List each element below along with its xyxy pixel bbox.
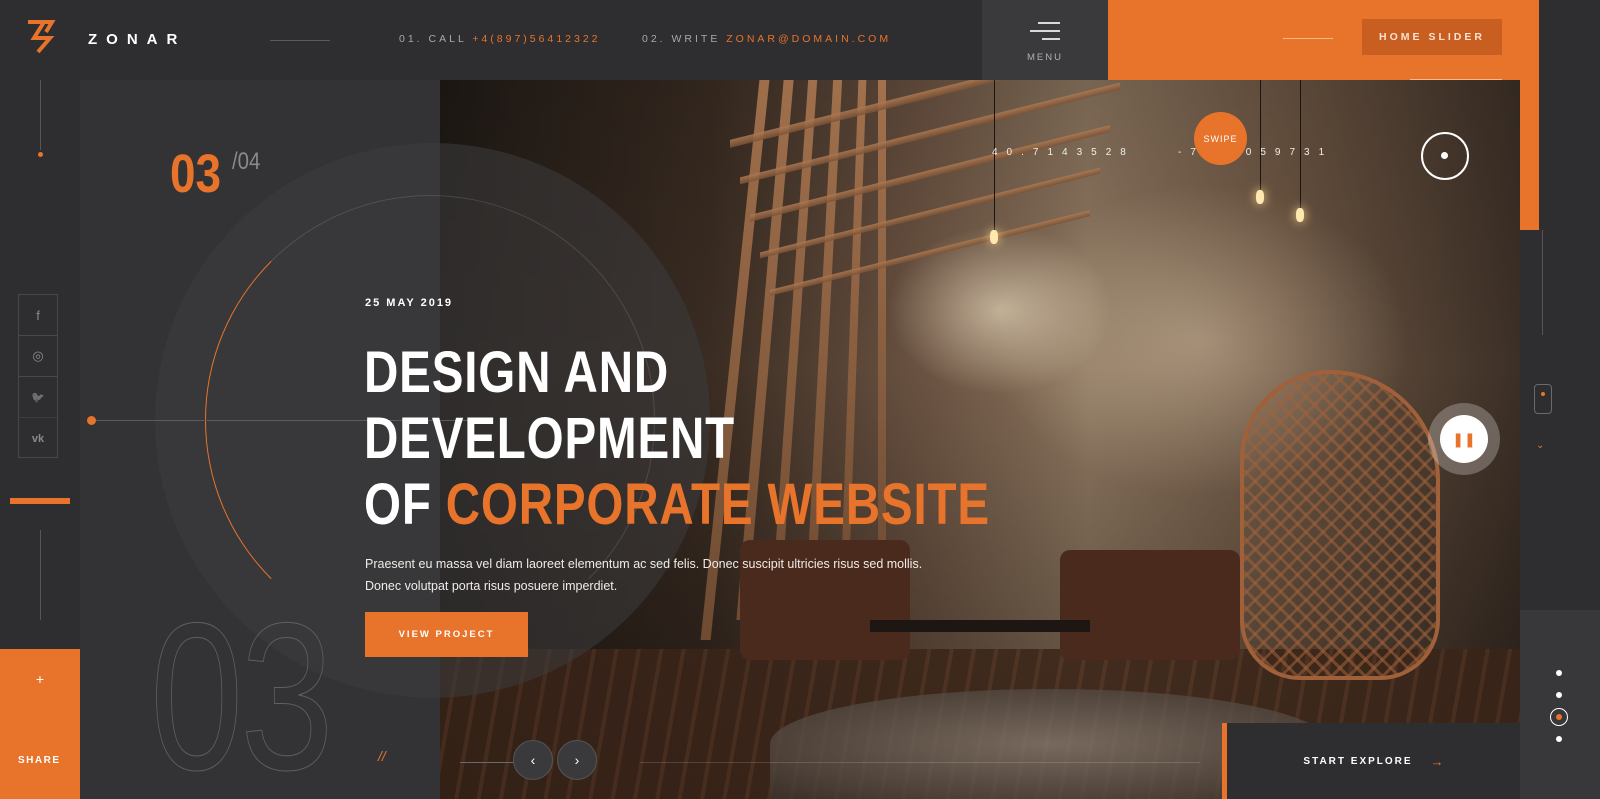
email-link[interactable]: ZONAR@DOMAIN.COM xyxy=(726,33,891,45)
brand-name[interactable]: ZONAR xyxy=(88,31,186,48)
pagination-dot-2[interactable] xyxy=(1556,692,1562,698)
pagination-dot-3-inner xyxy=(1556,714,1562,720)
headline-line-1: DESIGN AND xyxy=(364,340,670,405)
headline-prefix: OF xyxy=(364,472,432,537)
header-divider xyxy=(270,40,330,41)
vk-icon[interactable]: vk xyxy=(19,418,57,459)
right-rail xyxy=(1520,230,1600,610)
start-explore-button[interactable]: START EXPLORE → xyxy=(1222,723,1520,799)
logo-icon[interactable] xyxy=(24,18,56,54)
headline-accent: CORPORATE WEBSITE xyxy=(445,472,990,537)
decor-guide-dot xyxy=(87,416,96,425)
pagination-dot-4[interactable] xyxy=(1556,736,1562,742)
nav-line-right xyxy=(640,762,1200,763)
menu-button[interactable]: MENU xyxy=(982,0,1108,80)
slide-description: Praesent eu massa vel diam laoreet eleme… xyxy=(365,557,923,593)
arrow-right-icon: → xyxy=(1430,753,1444,769)
menu-label: MENU xyxy=(1027,52,1063,63)
sidebar-accent-bar xyxy=(10,498,70,504)
start-explore-label: START EXPLORE xyxy=(1303,755,1413,767)
slider-divider xyxy=(1283,38,1333,39)
sidebar-line-bottom xyxy=(40,530,41,620)
scroll-indicator[interactable] xyxy=(1534,384,1552,414)
plus-icon: + xyxy=(35,671,45,687)
header-accent-panel xyxy=(1108,0,1371,80)
post-date: 25 MAY 2019 xyxy=(365,297,454,309)
instagram-icon[interactable]: ◎ xyxy=(19,336,57,377)
swipe-button[interactable]: SWIPE xyxy=(1194,112,1247,165)
facebook-icon[interactable]: f xyxy=(19,295,57,336)
right-rail-lower xyxy=(1520,610,1600,799)
right-rail-line xyxy=(1542,230,1543,335)
headline-line-2: DEVELOPMENT xyxy=(364,406,736,471)
social-links: f ◎ 🐦 vk xyxy=(18,294,58,458)
latitude: 40.7143528 xyxy=(992,147,1135,158)
phone-link[interactable]: +4(897)56412322 xyxy=(472,33,600,45)
twitter-icon[interactable]: 🐦 xyxy=(19,377,57,418)
pause-button[interactable]: ❚❚ xyxy=(1440,415,1488,463)
hamburger-icon xyxy=(1030,22,1060,40)
next-slide-button[interactable]: › xyxy=(557,740,597,780)
view-project-button[interactable]: VIEW PROJECT xyxy=(365,612,528,657)
chevron-down-icon[interactable]: ⌄ xyxy=(1536,440,1544,451)
location-target-dot xyxy=(1441,152,1448,159)
share-button[interactable]: + SHARE xyxy=(0,649,80,799)
write-info: 02. WRITE ZONAR@DOMAIN.COM xyxy=(642,33,891,45)
pagination-dot-1[interactable] xyxy=(1556,670,1562,676)
home-slider-button[interactable]: HOME SLIDER xyxy=(1362,19,1502,55)
share-label: SHARE xyxy=(18,755,61,766)
sidebar-line-top xyxy=(40,80,41,150)
prev-slide-button[interactable]: ‹ xyxy=(513,740,553,780)
slide-headline: DESIGN AND DEVELOPMENT OF CORPORATE WEBS… xyxy=(364,340,990,538)
sidebar-dot xyxy=(38,152,43,157)
write-prefix: 02. WRITE xyxy=(642,33,721,45)
slide-counter-current: 03 xyxy=(170,144,222,204)
headline-line-3: OF CORPORATE WEBSITE xyxy=(364,472,990,538)
call-info: 01. CALL +4(897)56412322 xyxy=(399,33,601,45)
call-prefix: 01. CALL xyxy=(399,33,467,45)
slash-mark: // xyxy=(378,748,386,764)
slide-outline-number: 03 xyxy=(150,579,334,799)
scroll-indicator-dot xyxy=(1541,392,1545,396)
slide-counter-total: /04 xyxy=(232,148,261,175)
